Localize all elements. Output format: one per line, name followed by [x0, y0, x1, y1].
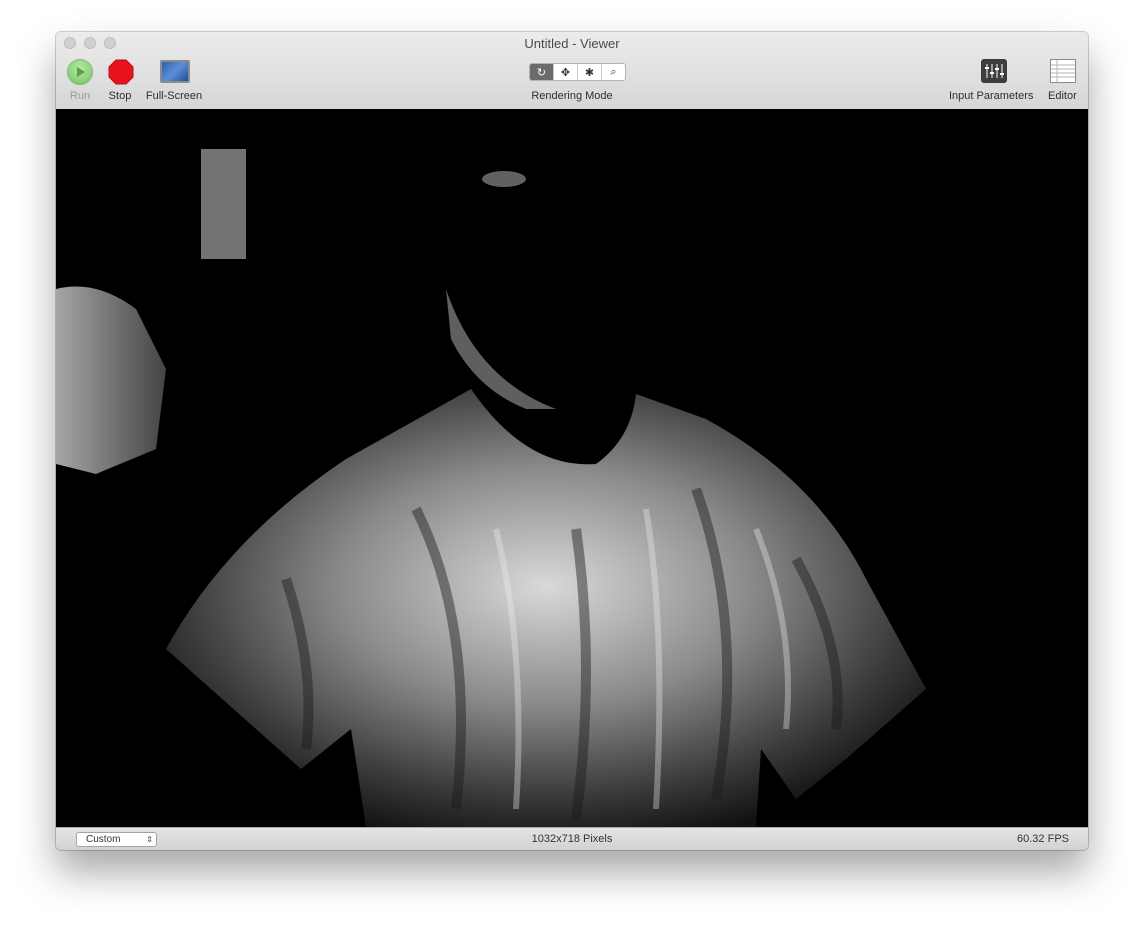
fps-readout: 60.32 FPS [1017, 833, 1069, 845]
rendering-mode-move-icon[interactable]: ✥ [554, 64, 578, 80]
window-title: Untitled - Viewer [524, 36, 620, 51]
rendering-mode-magnifier-icon[interactable]: ⌕ [602, 64, 625, 80]
input-parameters-button[interactable] [981, 59, 1007, 83]
dimensions-readout: 1032x718 Pixels [531, 833, 613, 845]
render-viewport[interactable] [56, 109, 1088, 827]
titlebar: Untitled - Viewer Run Stop Full-Screen ↻… [56, 32, 1088, 110]
grid-icon [1051, 60, 1075, 82]
viewer-window: Untitled - Viewer Run Stop Full-Screen ↻… [56, 32, 1088, 850]
status-bar: Custom ⇕ 1032x718 Pixels 60.32 FPS [56, 827, 1088, 850]
input-parameters-label: Input Parameters [949, 90, 1034, 102]
run-button[interactable] [67, 59, 93, 85]
full-screen-button[interactable] [160, 60, 190, 83]
editor-button[interactable] [1050, 59, 1076, 83]
sliders-icon [985, 64, 1004, 78]
stop-button[interactable] [108, 59, 134, 85]
rendering-mode-bug-icon[interactable]: ✱ [578, 64, 602, 80]
rendering-mode-label: Rendering Mode [531, 90, 613, 102]
rendered-image [56, 109, 1088, 827]
play-icon [77, 67, 85, 77]
editor-label: Editor [1048, 90, 1077, 102]
rendering-mode-control[interactable]: ↻ ✥ ✱ ⌕ [529, 63, 626, 81]
rendering-mode-refresh-icon[interactable]: ↻ [530, 64, 554, 80]
stop-sign-icon [108, 59, 134, 85]
